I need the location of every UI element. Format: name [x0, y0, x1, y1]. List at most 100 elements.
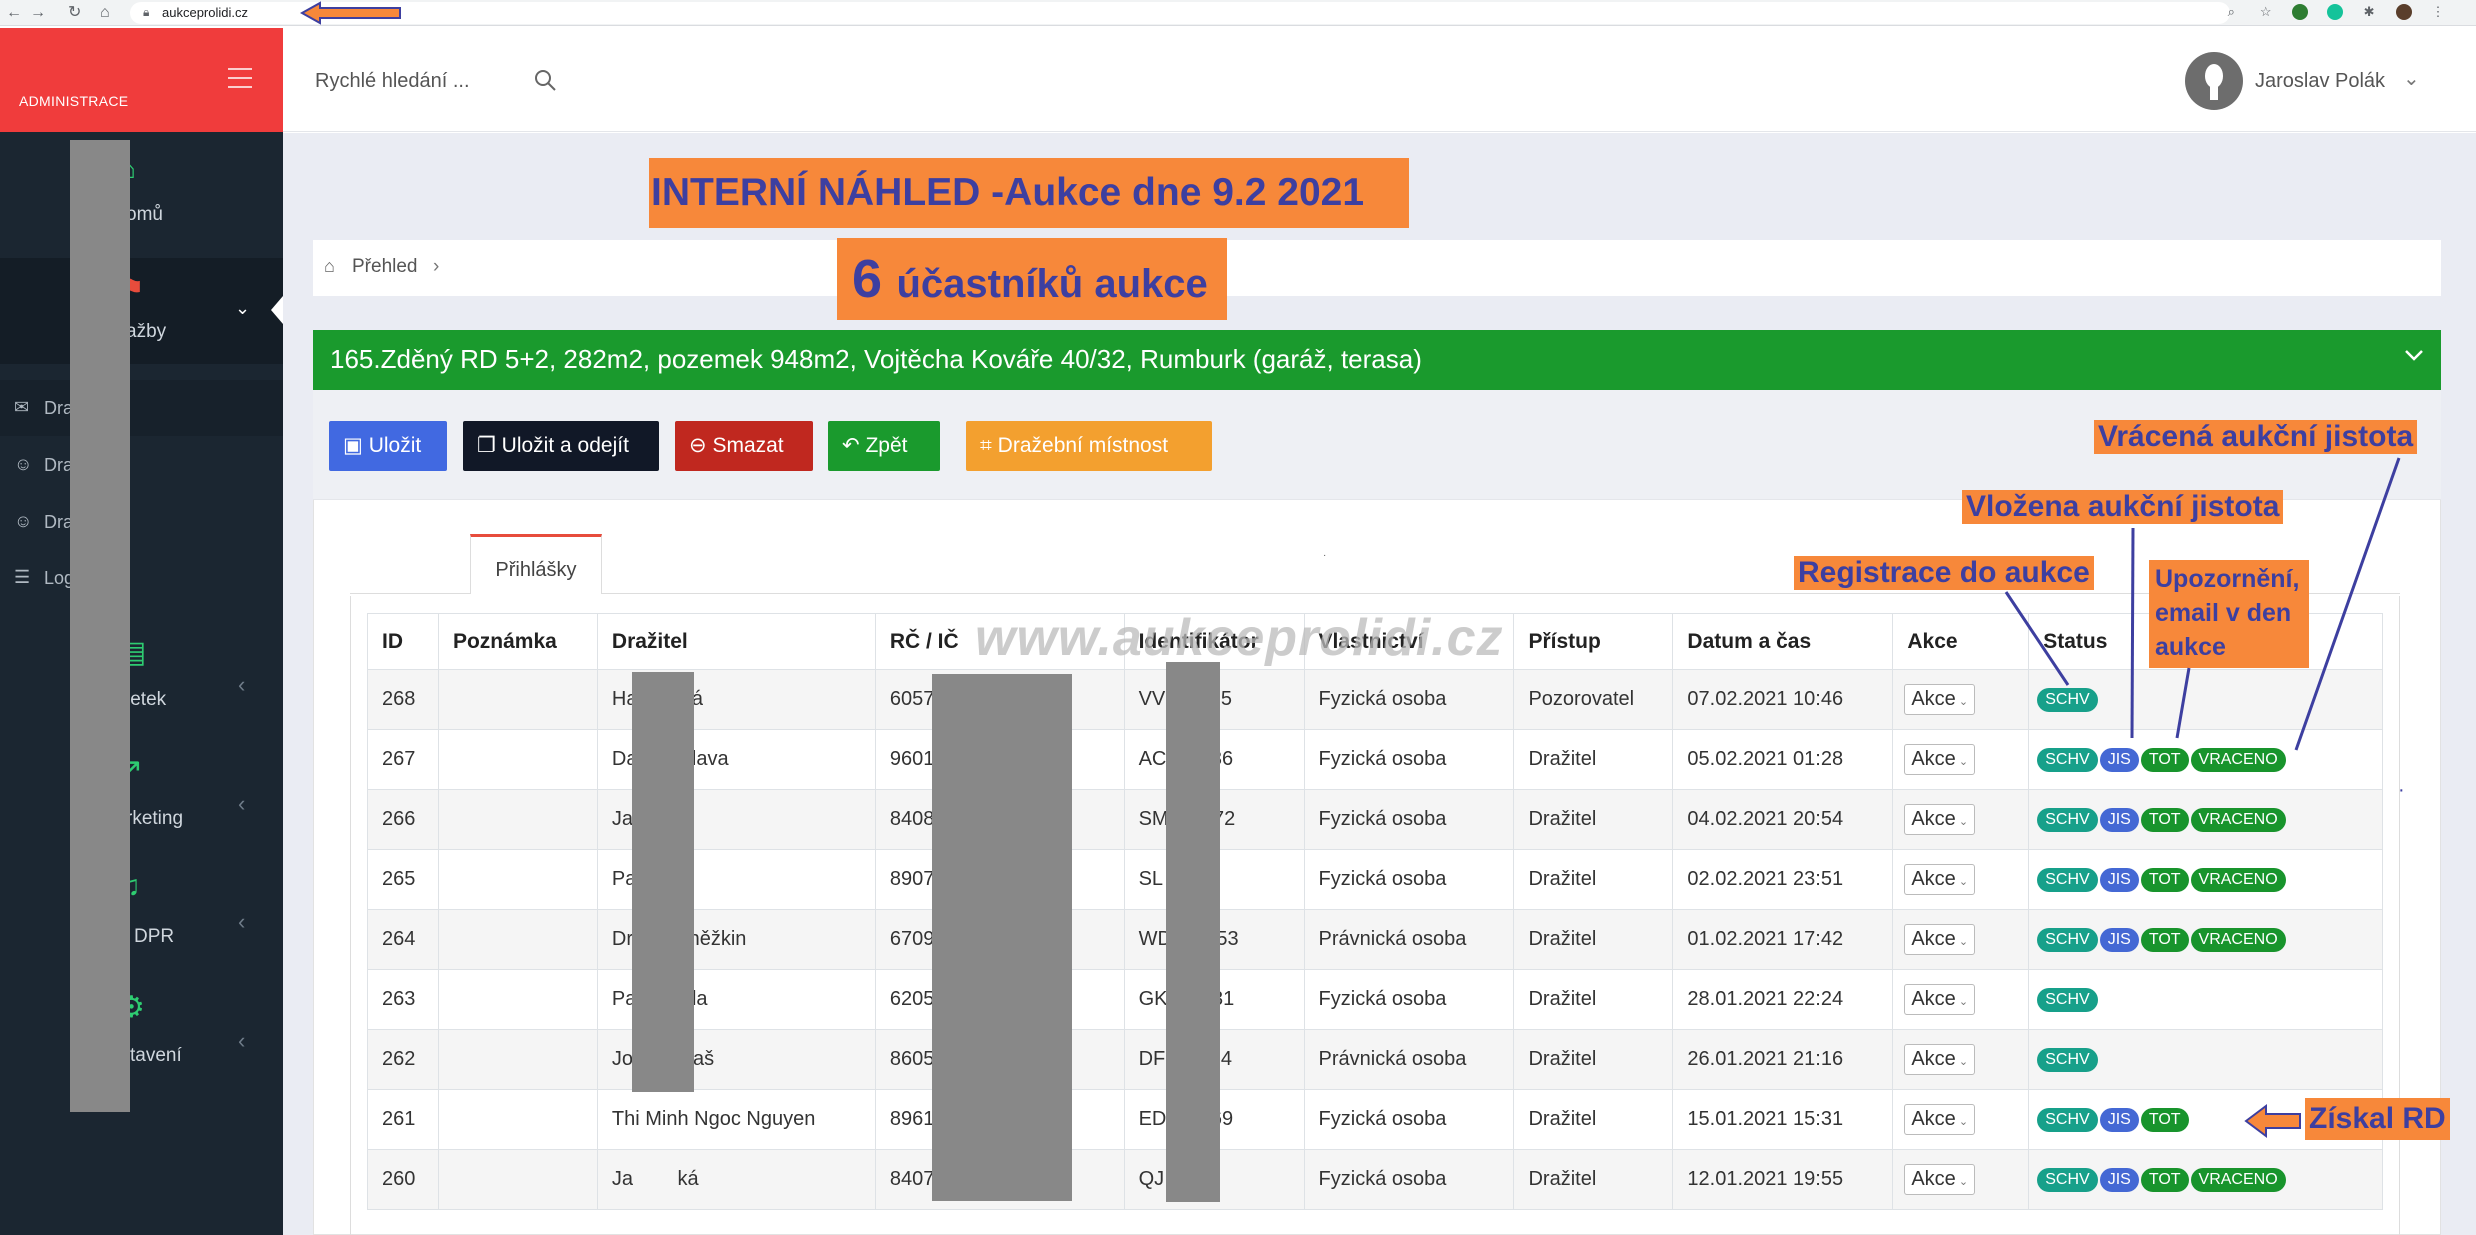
- annotation-ziskal: Získal RD: [2305, 1098, 2450, 1140]
- akce-label: Akce: [1911, 748, 1956, 770]
- reload-icon[interactable]: ↻: [68, 3, 81, 23]
- tab-prihlasky[interactable]: Přihlášky: [470, 534, 602, 594]
- status-badge: SCHV: [2037, 868, 2098, 892]
- sidebar-item-marketing[interactable]: rketing: [126, 808, 183, 830]
- status-badge: SCHV: [2037, 988, 2098, 1012]
- grammarly-icon[interactable]: [2326, 3, 2343, 20]
- cell-vlastnictvi: Fyzická osoba: [1303, 849, 1515, 910]
- search-input[interactable]: Rychlé hledání ...: [315, 70, 470, 93]
- status-badge: VRACENO: [2190, 868, 2286, 892]
- user-name[interactable]: Jaroslav Polák: [2255, 70, 2385, 93]
- sidebar-title[interactable]: ADMINISTRACE: [19, 93, 128, 109]
- cell-status: SCHV JIS TOT VRACENO: [2028, 849, 2383, 910]
- chevron-down-icon: ⌄: [1955, 816, 1969, 828]
- save-exit-button[interactable]: ❐ Uložit a odejít: [463, 421, 659, 471]
- back-button[interactable]: ↶ Zpět: [828, 421, 940, 471]
- top-header: [283, 28, 2476, 132]
- status-badge: JIS: [2099, 928, 2139, 952]
- cell-status: SCHV: [2028, 1029, 2383, 1090]
- cell-pristup: Dražitel: [1513, 969, 1674, 1030]
- cell-pristup: Dražitel: [1513, 1089, 1674, 1150]
- address-bar[interactable]: [130, 2, 2230, 24]
- save-exit-label: Uložit a odejít: [501, 434, 629, 457]
- url-text[interactable]: aukceprolidi.cz: [162, 5, 248, 20]
- chevron-left-icon[interactable]: ‹: [238, 909, 245, 935]
- table-row[interactable]: 261 Thi Minh Ngoc Nguyen 8961 ED 69 Fyzická …: [367, 1089, 2383, 1150]
- column-header[interactable]: Přístup: [1513, 613, 1674, 670]
- cell-status: SCHV: [2028, 669, 2383, 730]
- sidebar-sub-1[interactable]: Dra: [44, 398, 73, 419]
- extension-green-icon[interactable]: [2292, 3, 2309, 20]
- status-badge: TOT: [2140, 1108, 2189, 1132]
- akce-dropdown[interactable]: Akce ⌄: [1904, 804, 1976, 835]
- sidebar-item-majetek[interactable]: jetek: [126, 689, 166, 711]
- chevron-down-icon[interactable]: [2403, 344, 2425, 366]
- column-header[interactable]: Akce: [1892, 613, 2030, 670]
- column-header[interactable]: Dražitel: [596, 613, 876, 670]
- akce-dropdown[interactable]: Akce ⌄: [1904, 684, 1976, 715]
- home-browser-icon[interactable]: ⌂: [100, 3, 110, 23]
- cell-datum: 01.02.2021 17:42: [1672, 909, 1894, 970]
- cell-poznamka: [437, 909, 598, 970]
- save-button[interactable]: ▣ Uložit: [329, 421, 447, 471]
- sidebar-item-gdpr[interactable]: DPR: [134, 926, 174, 948]
- akce-dropdown[interactable]: Akce ⌄: [1904, 744, 1976, 775]
- save-label: Uložit: [368, 434, 422, 457]
- zoom-icon[interactable]: ⌕: [2223, 4, 2239, 20]
- sidebar-item-drazby[interactable]: ažby: [126, 321, 166, 343]
- chevron-left-icon[interactable]: ‹: [238, 1028, 245, 1054]
- avatar[interactable]: [2185, 52, 2243, 110]
- search-icon[interactable]: [533, 68, 557, 92]
- chevron-down-icon[interactable]: ⌄: [235, 298, 250, 319]
- cell-pristup: Dražitel: [1513, 1149, 1674, 1210]
- cell-poznamka: [437, 1029, 598, 1090]
- akce-label: Akce: [1911, 1048, 1956, 1070]
- menu-dots-icon[interactable]: ⋮: [2430, 4, 2446, 20]
- chevron-left-icon[interactable]: ‹: [238, 672, 245, 698]
- chevron-down-icon[interactable]: ⌄: [2403, 66, 2420, 91]
- akce-dropdown[interactable]: Akce ⌄: [1904, 1164, 1976, 1195]
- delete-label: Smazat: [712, 434, 784, 457]
- url-arrow-annotation: [300, 1, 401, 25]
- akce-label: Akce: [1911, 688, 1956, 710]
- chevron-down-icon: ⌄: [1955, 996, 1969, 1008]
- chevron-left-icon[interactable]: ‹: [238, 791, 245, 817]
- sidebar-item-domu[interactable]: omů: [126, 204, 163, 226]
- profile-icon[interactable]: [2395, 3, 2412, 20]
- cell-pristup: Dražitel: [1513, 789, 1674, 850]
- cell-poznamka: [437, 1089, 598, 1150]
- akce-label: Akce: [1911, 808, 1956, 830]
- cell-pristup: Dražitel: [1513, 909, 1674, 970]
- akce-dropdown[interactable]: Akce ⌄: [1904, 984, 1976, 1015]
- cell-pristup: Dražitel: [1513, 849, 1674, 910]
- cell-id: 260: [367, 1149, 439, 1210]
- chevron-right-icon: ›: [433, 256, 440, 277]
- chevron-down-icon: ⌄: [1955, 756, 1969, 768]
- column-header[interactable]: ID: [367, 613, 439, 670]
- cell-id: 261: [367, 1089, 439, 1150]
- akce-label: Akce: [1911, 988, 1956, 1010]
- puzzle-icon[interactable]: ✱: [2361, 4, 2377, 20]
- akce-dropdown[interactable]: Akce ⌄: [1904, 1044, 1976, 1075]
- forward-icon[interactable]: →: [30, 3, 46, 23]
- redaction-bar: [70, 140, 130, 1112]
- column-header[interactable]: Poznámka: [437, 613, 598, 670]
- akce-dropdown[interactable]: Akce ⌄: [1904, 924, 1976, 955]
- cell-id: 265: [367, 849, 439, 910]
- sidebar-item-nastaveni[interactable]: tavení: [130, 1045, 182, 1067]
- star-icon[interactable]: ☆: [2258, 4, 2274, 20]
- column-header[interactable]: Datum a čas: [1672, 613, 1894, 670]
- sidebar-sub-2[interactable]: Dra: [44, 455, 73, 476]
- back-icon[interactable]: ←: [6, 3, 22, 23]
- annotation-registrace: Registrace do aukce: [1794, 556, 2094, 590]
- hamburger-icon[interactable]: [228, 68, 252, 90]
- table-row[interactable]: 260Ja ká8407QJ 7Fyzická osobaDražitel12.…: [367, 1149, 2383, 1210]
- cell-akce: Akce ⌄: [1892, 969, 2030, 1030]
- breadcrumb-link[interactable]: Přehled: [352, 256, 418, 278]
- delete-button[interactable]: ⊖ Smazat: [675, 421, 813, 471]
- akce-dropdown[interactable]: Akce ⌄: [1904, 1104, 1976, 1135]
- cell-datum: 04.02.2021 20:54: [1672, 789, 1894, 850]
- cell-pristup: Dražitel: [1513, 729, 1674, 790]
- auction-room-button[interactable]: ⌗ Dražební místnost: [966, 421, 1212, 471]
- akce-dropdown[interactable]: Akce ⌄: [1904, 864, 1976, 895]
